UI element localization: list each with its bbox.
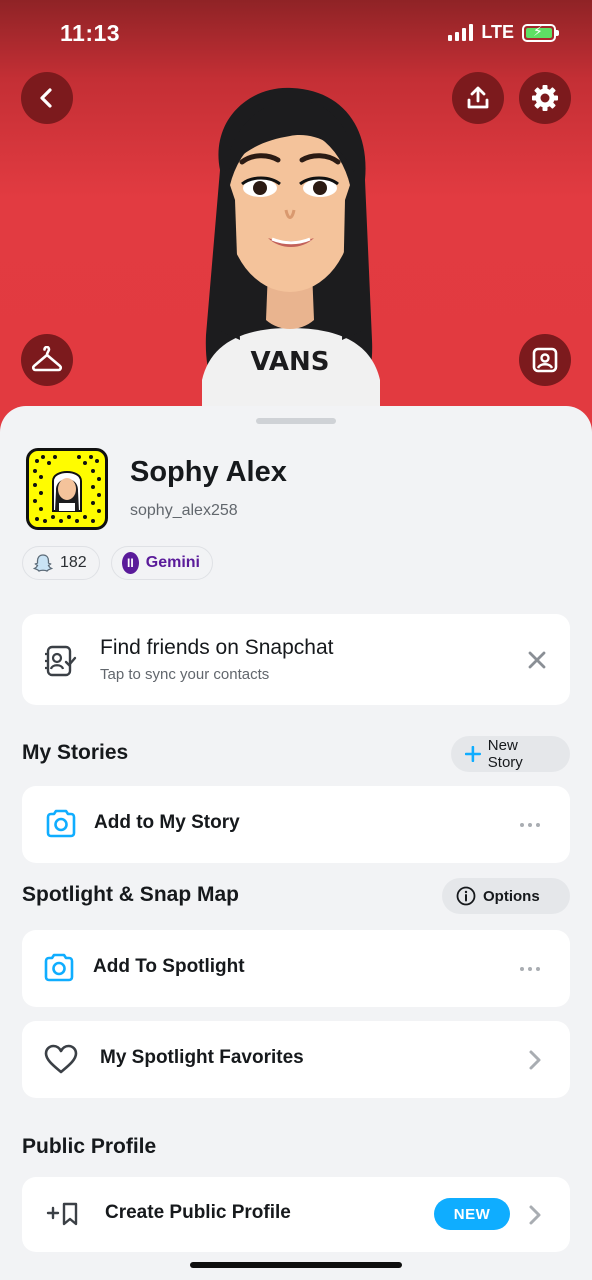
- options-label: Options: [483, 887, 540, 905]
- status-bar: 11:13 LTE ⚡: [0, 0, 592, 64]
- snap-score: 182: [60, 554, 87, 571]
- spotlight-heading: Spotlight & Snap Map: [22, 883, 239, 906]
- chevron-right-icon: [529, 1050, 541, 1070]
- create-public-profile-label: Create Public Profile: [105, 1202, 291, 1223]
- profile-header: 11:13 LTE ⚡ VANS: [0, 0, 592, 440]
- snapcode[interactable]: [26, 448, 108, 530]
- find-friends-card[interactable]: Find friends on Snapchat Tap to sync you…: [22, 614, 570, 705]
- add-to-spotlight-row[interactable]: Add To Spotlight: [22, 930, 570, 1007]
- network-label: LTE: [481, 22, 514, 42]
- chevron-right-icon: [529, 1205, 541, 1225]
- create-public-profile-row[interactable]: Create Public Profile NEW: [22, 1177, 570, 1252]
- selfie-button[interactable]: [519, 334, 571, 386]
- bitmoji-avatar[interactable]: VANS: [180, 80, 400, 420]
- contacts-sync-icon: [45, 645, 77, 677]
- home-indicator[interactable]: [190, 1262, 402, 1268]
- signal-icon: [448, 24, 474, 41]
- new-story-button[interactable]: New Story: [451, 736, 570, 772]
- camera-icon: [46, 809, 76, 838]
- public-profile-heading: Public Profile: [22, 1135, 157, 1158]
- hanger-icon: [31, 346, 63, 372]
- find-friends-subtitle: Tap to sync your contacts: [100, 666, 270, 683]
- share-button[interactable]: [452, 72, 504, 124]
- spotlight-favorites-row[interactable]: My Spotlight Favorites: [22, 1021, 570, 1098]
- gear-icon: [532, 85, 558, 111]
- wardrobe-button[interactable]: [21, 334, 73, 386]
- status-time: 11:13: [60, 20, 121, 46]
- heart-icon: [44, 1044, 78, 1074]
- new-badge: NEW: [434, 1198, 510, 1230]
- new-story-label: New Story: [487, 737, 523, 771]
- spotlight-favorites-label: My Spotlight Favorites: [100, 1047, 304, 1068]
- profile-sheet: Sophy Alex sophy_alex258 182 II Gemini F…: [0, 406, 592, 1280]
- close-icon[interactable]: [528, 651, 546, 669]
- username[interactable]: sophy_alex258: [130, 502, 238, 520]
- find-friends-title: Find friends on Snapchat: [100, 636, 334, 659]
- snap-score-chip[interactable]: 182: [22, 546, 100, 580]
- info-icon: [456, 886, 476, 906]
- my-stories-heading: My Stories: [22, 741, 129, 764]
- camera-icon: [44, 953, 74, 982]
- add-bookmark-icon: [46, 1202, 78, 1226]
- ghost-icon: [33, 554, 53, 572]
- image-icon: [532, 347, 558, 373]
- snapcode-pattern: [33, 455, 101, 523]
- back-button[interactable]: [21, 72, 73, 124]
- shirt-logo: VANS: [251, 347, 330, 377]
- add-to-my-story-label: Add to My Story: [94, 812, 240, 833]
- battery-icon: ⚡: [522, 23, 559, 42]
- options-button[interactable]: Options: [442, 878, 570, 914]
- add-to-my-story-row[interactable]: Add to My Story: [22, 786, 570, 863]
- zodiac-chip[interactable]: II Gemini: [111, 546, 213, 580]
- chevron-left-icon: [40, 88, 52, 108]
- display-name: Sophy Alex: [130, 456, 287, 488]
- zodiac-label: Gemini: [145, 554, 200, 571]
- plus-icon: [465, 746, 481, 762]
- sheet-handle[interactable]: [256, 418, 336, 424]
- gemini-icon: II: [122, 552, 139, 574]
- more-options-icon[interactable]: [520, 967, 540, 971]
- share-upload-icon: [467, 86, 489, 109]
- more-options-icon[interactable]: [520, 823, 540, 827]
- status-indicators: LTE ⚡: [448, 22, 559, 43]
- settings-button[interactable]: [519, 72, 571, 124]
- add-to-spotlight-label: Add To Spotlight: [93, 956, 245, 977]
